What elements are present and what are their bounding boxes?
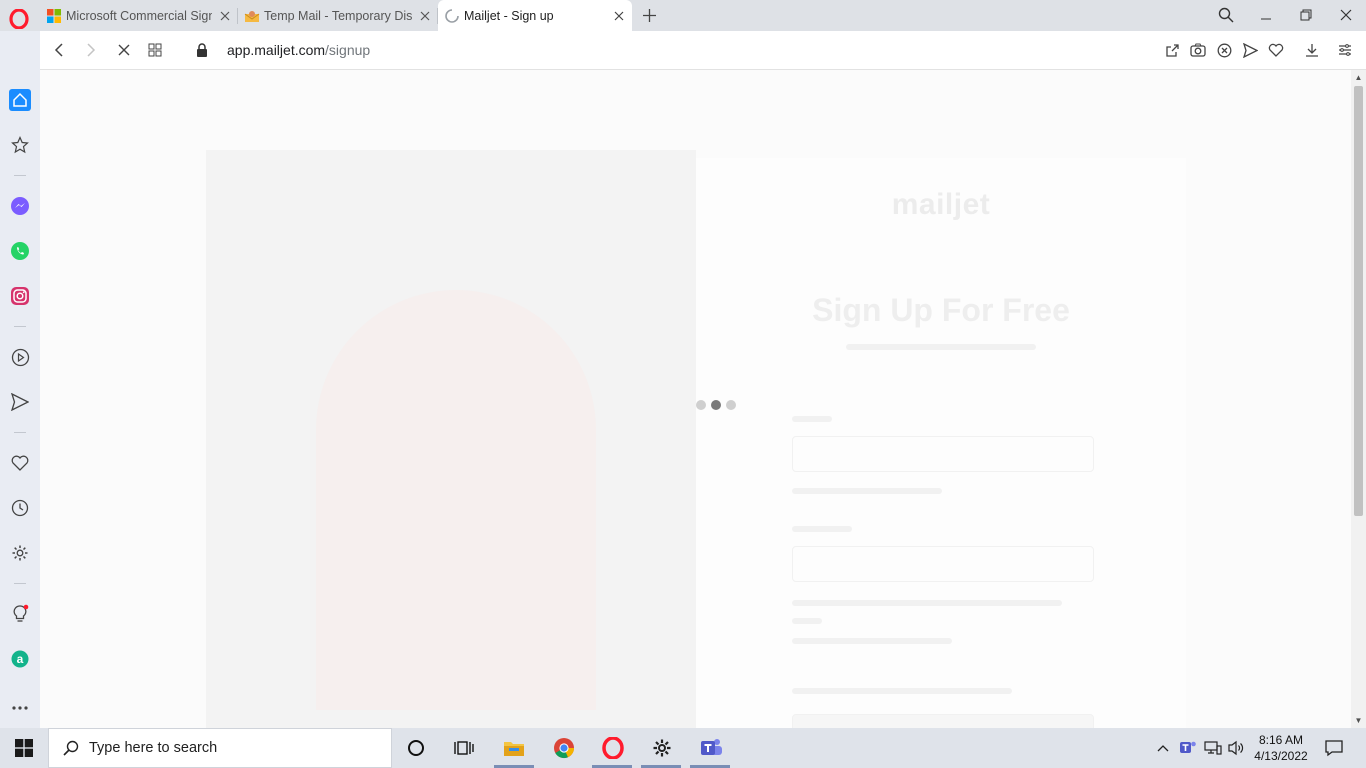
easy-setup-icon[interactable] bbox=[1336, 41, 1354, 59]
spinner-dot bbox=[696, 400, 706, 410]
search-placeholder: Type here to search bbox=[89, 740, 218, 756]
search-icon bbox=[63, 740, 79, 756]
loading-spinner bbox=[696, 399, 740, 411]
placeholder-line bbox=[792, 618, 822, 624]
placeholder-button bbox=[792, 714, 1094, 728]
volume-icon[interactable] bbox=[1226, 736, 1248, 760]
home-icon[interactable] bbox=[9, 89, 31, 111]
placeholder-field bbox=[792, 436, 1094, 472]
messenger-icon[interactable] bbox=[9, 195, 31, 217]
more-icon[interactable] bbox=[9, 697, 31, 719]
placeholder-field bbox=[792, 546, 1094, 582]
tab-tempmail[interactable]: Temp Mail - Temporary Dis bbox=[238, 0, 438, 31]
page-content: mailjet Sign Up For Free bbox=[40, 70, 1351, 728]
tab-title: Microsoft Commercial Sign bbox=[66, 8, 212, 23]
placeholder-line bbox=[792, 488, 942, 494]
aria-icon[interactable]: a bbox=[9, 648, 31, 670]
placeholder-line bbox=[846, 344, 1036, 350]
tab-mailjet[interactable]: Mailjet - Sign up bbox=[438, 0, 632, 31]
chrome-icon[interactable] bbox=[552, 736, 576, 760]
tab-microsoft[interactable]: Microsoft Commercial Sign bbox=[40, 0, 238, 31]
placeholder-line bbox=[792, 688, 1012, 694]
scroll-up-icon[interactable]: ▲ bbox=[1354, 73, 1363, 82]
sidebar-divider bbox=[14, 583, 26, 584]
tab-strip: Microsoft Commercial Sign Temp Mail - Te… bbox=[0, 0, 1366, 31]
task-view-icon[interactable] bbox=[452, 736, 476, 760]
network-icon[interactable] bbox=[1202, 736, 1224, 760]
heart-icon[interactable] bbox=[9, 452, 31, 474]
settings-icon[interactable] bbox=[650, 736, 674, 760]
back-icon[interactable] bbox=[50, 41, 68, 59]
url-host: app.mailjet.com bbox=[227, 42, 326, 58]
url-field[interactable]: app.mailjet.com/signup bbox=[227, 42, 370, 58]
forward-icon[interactable] bbox=[82, 41, 100, 59]
whatsapp-icon[interactable] bbox=[9, 240, 31, 262]
instagram-icon[interactable] bbox=[9, 285, 31, 307]
minimize-icon[interactable] bbox=[1256, 6, 1276, 24]
close-icon[interactable] bbox=[218, 9, 232, 23]
clock-time: 8:16 AM bbox=[1258, 733, 1304, 747]
settings-icon[interactable] bbox=[9, 542, 31, 564]
close-icon[interactable] bbox=[418, 9, 432, 23]
mailjet-logo: mailjet bbox=[891, 188, 991, 221]
spinner-dot bbox=[726, 400, 736, 410]
taskbar-search-input[interactable]: Type here to search bbox=[48, 728, 392, 768]
scroll-down-icon[interactable]: ▼ bbox=[1354, 716, 1363, 725]
search-tabs-icon[interactable] bbox=[1216, 6, 1236, 24]
signup-form-panel: mailjet Sign Up For Free bbox=[696, 158, 1186, 728]
sidebar-divider bbox=[14, 175, 26, 176]
star-icon[interactable] bbox=[9, 134, 31, 156]
bookmark-heart-icon[interactable] bbox=[1267, 41, 1285, 59]
chevron-up-icon[interactable] bbox=[1154, 736, 1172, 760]
camera-icon[interactable] bbox=[1189, 41, 1207, 59]
notifications-icon[interactable] bbox=[1322, 736, 1346, 760]
close-window-icon[interactable] bbox=[1336, 6, 1356, 24]
svg-text:a: a bbox=[17, 652, 24, 666]
share-icon[interactable] bbox=[1163, 41, 1181, 59]
ad-block-icon[interactable] bbox=[1215, 41, 1233, 59]
hero-image bbox=[206, 150, 696, 728]
windows-taskbar: Type here to search 8:16 AM 4/13/2022 bbox=[0, 728, 1366, 768]
placeholder-line bbox=[792, 526, 852, 532]
placeholder-line bbox=[792, 416, 832, 422]
loading-spinner-icon bbox=[444, 8, 460, 24]
placeholder-line bbox=[792, 600, 1062, 606]
spinner-dot bbox=[711, 400, 721, 410]
new-tab-icon[interactable] bbox=[640, 6, 658, 24]
lightbulb-icon[interactable] bbox=[9, 603, 31, 625]
system-clock[interactable]: 8:16 AM 4/13/2022 bbox=[1250, 732, 1312, 764]
sidebar-divider bbox=[14, 432, 26, 433]
tab-title: Temp Mail - Temporary Dis bbox=[264, 8, 412, 23]
restore-icon[interactable] bbox=[1296, 6, 1316, 24]
windows-start-icon[interactable] bbox=[0, 728, 48, 768]
lock-icon[interactable] bbox=[193, 41, 211, 59]
download-icon[interactable] bbox=[1303, 41, 1321, 59]
tab-title: Mailjet - Sign up bbox=[464, 8, 554, 23]
sidebar-divider bbox=[14, 326, 26, 327]
page-scrollbar[interactable]: ▲ ▼ bbox=[1351, 70, 1366, 728]
file-explorer-icon[interactable] bbox=[502, 736, 526, 760]
teams-icon[interactable] bbox=[699, 736, 723, 760]
url-path: /signup bbox=[325, 42, 371, 58]
signup-heading: Sign Up For Free bbox=[812, 292, 1070, 328]
close-icon[interactable] bbox=[612, 9, 626, 23]
player-icon[interactable] bbox=[9, 346, 31, 368]
address-bar: app.mailjet.com/signup bbox=[40, 31, 1366, 70]
send-icon[interactable] bbox=[9, 391, 31, 413]
flow-send-icon[interactable] bbox=[1241, 41, 1259, 59]
hero-figure bbox=[316, 290, 596, 710]
speed-dial-icon[interactable] bbox=[146, 41, 164, 59]
opera-menu-icon[interactable] bbox=[8, 8, 30, 30]
history-icon[interactable] bbox=[9, 497, 31, 519]
opera-icon[interactable] bbox=[601, 736, 625, 760]
clock-date: 4/13/2022 bbox=[1254, 749, 1308, 763]
opera-sidebar: a bbox=[0, 31, 40, 728]
scrollbar-thumb[interactable] bbox=[1354, 86, 1363, 516]
microsoft-icon bbox=[46, 8, 62, 24]
cortana-icon[interactable] bbox=[404, 736, 428, 760]
tempmail-icon bbox=[244, 8, 260, 24]
stop-loading-icon[interactable] bbox=[115, 41, 133, 59]
placeholder-line bbox=[792, 638, 952, 644]
teams-tray-icon[interactable] bbox=[1177, 736, 1199, 760]
